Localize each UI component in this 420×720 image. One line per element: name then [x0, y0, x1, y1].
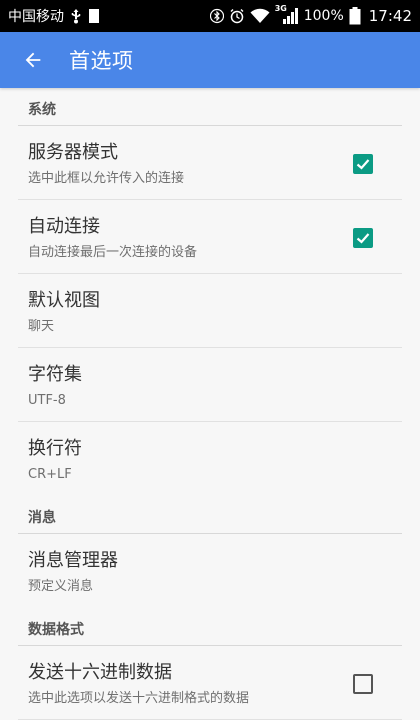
status-right: 3G 100% 17:42	[209, 4, 412, 25]
signal-icon: 3G	[274, 4, 299, 25]
arrow-left-icon	[22, 49, 44, 71]
pref-title: 换行符	[28, 438, 82, 459]
pref-summary: CR+LF	[28, 467, 72, 482]
pref-newline[interactable]: 换行符 CR+LF	[0, 422, 420, 496]
pref-auto-connect[interactable]: 自动连接 自动连接最后一次连接的设备	[0, 200, 420, 274]
bluetooth-icon	[209, 7, 224, 25]
section-header-system: 系统	[0, 88, 420, 126]
battery-icon	[349, 7, 361, 25]
pref-title: 自动连接	[28, 216, 100, 237]
pref-title: 消息管理器	[28, 550, 118, 571]
preferences-list[interactable]: 系统 服务器模式 选中此框以允许传入的连接 自动连接 自动连接最后一次连接的设备…	[0, 88, 420, 720]
wifi-icon	[250, 7, 270, 25]
app-bar: 首选项	[0, 32, 420, 88]
pref-charset[interactable]: 字符集 UTF-8	[0, 348, 420, 422]
pref-summary: 选中此选项以发送十六进制格式的数据	[28, 691, 250, 706]
pref-send-hex[interactable]: 发送十六进制数据 选中此选项以发送十六进制格式的数据	[0, 646, 420, 720]
section-header-messages: 消息	[0, 496, 420, 534]
pref-summary: 选中此框以允许传入的连接	[28, 171, 185, 186]
pref-default-view[interactable]: 默认视图 聊天	[0, 274, 420, 348]
pref-summary: 聊天	[28, 319, 55, 334]
battery-label: 100%	[303, 8, 344, 24]
pref-summary: UTF-8	[28, 393, 66, 408]
pref-title: 字符集	[28, 364, 82, 385]
page-title: 首选项	[69, 49, 134, 73]
server-mode-checkbox[interactable]	[353, 154, 373, 174]
pref-title: 服务器模式	[28, 142, 118, 163]
carrier-label: 中国移动	[8, 9, 64, 25]
check-icon	[356, 159, 370, 170]
alarm-icon	[229, 7, 245, 25]
pref-message-manager[interactable]: 消息管理器 预定义消息	[0, 534, 420, 608]
pref-summary: 预定义消息	[28, 579, 94, 594]
status-bar: 中国移动 3G 100% 17:42	[0, 0, 420, 32]
send-hex-checkbox[interactable]	[353, 674, 373, 694]
check-icon	[356, 233, 370, 244]
sim-icon	[88, 7, 100, 25]
pref-title: 默认视图	[28, 290, 100, 311]
clock: 17:42	[368, 7, 412, 25]
section-header-data-format: 数据格式	[0, 608, 420, 646]
auto-connect-checkbox[interactable]	[353, 228, 373, 248]
back-button[interactable]	[18, 45, 48, 75]
pref-title: 发送十六进制数据	[28, 662, 172, 683]
pref-server-mode[interactable]: 服务器模式 选中此框以允许传入的连接	[0, 126, 420, 200]
usb-icon	[70, 7, 82, 25]
pref-summary: 自动连接最后一次连接的设备	[28, 245, 198, 260]
network-badge: 3G	[274, 4, 287, 13]
status-left: 中国移动	[8, 6, 100, 26]
